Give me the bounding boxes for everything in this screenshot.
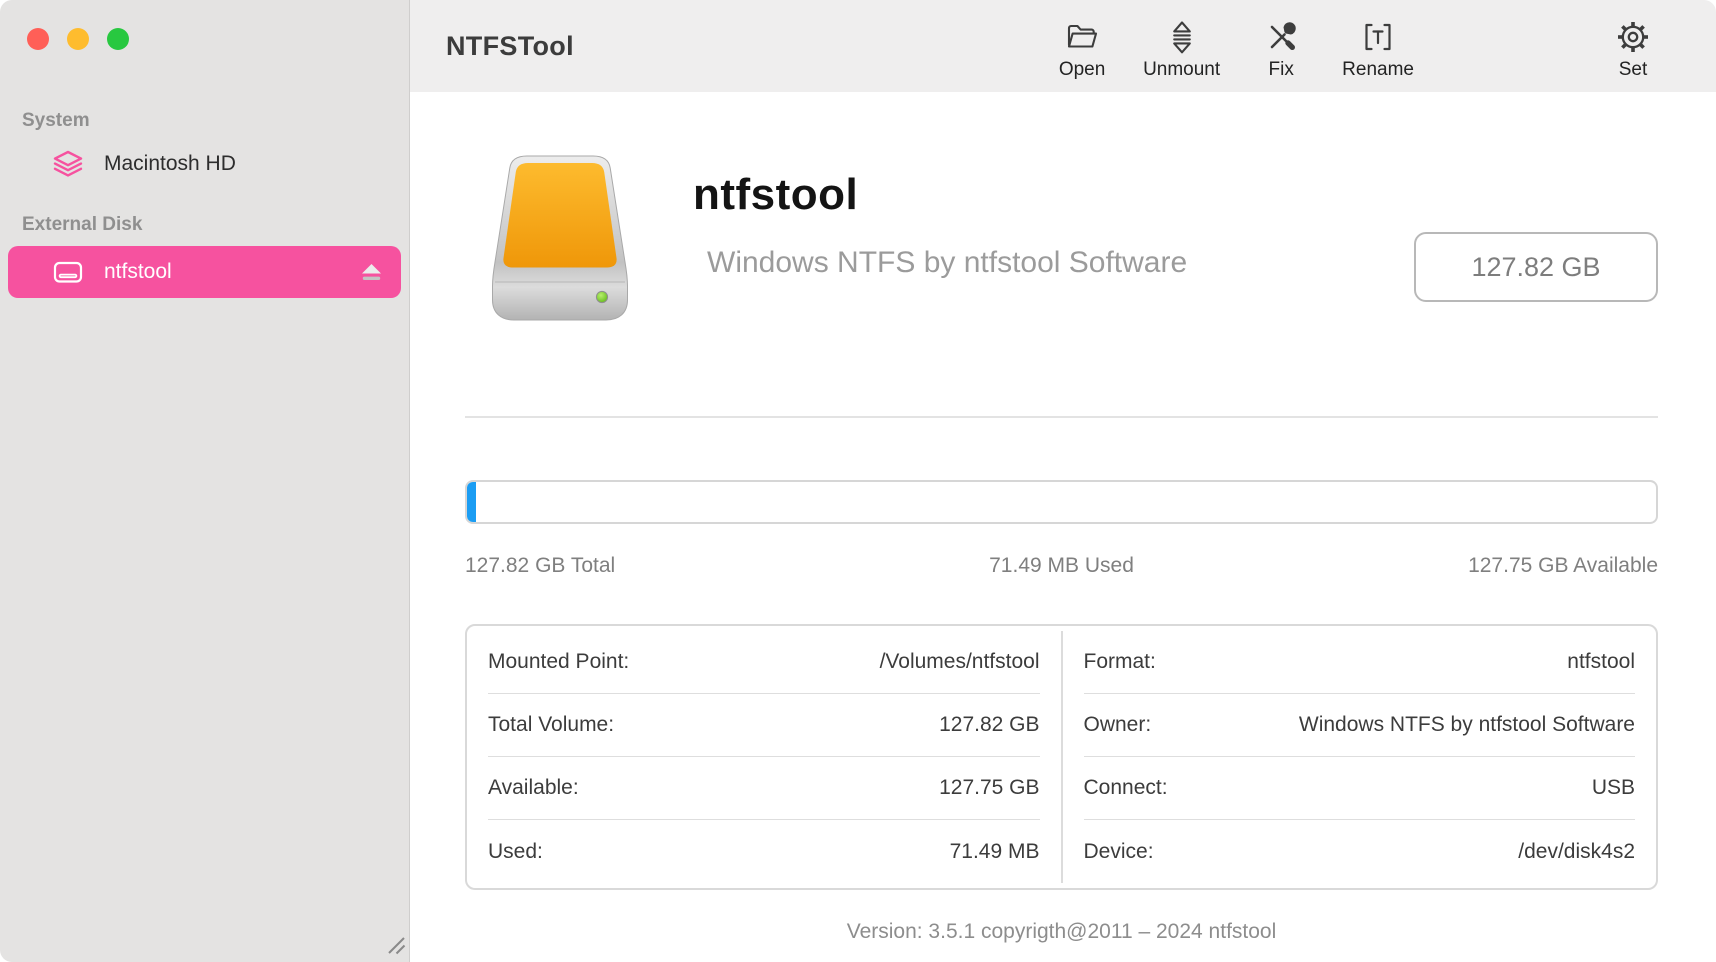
detail-row-mounted-point: Mounted Point: /Volumes/ntfstool (488, 631, 1040, 694)
toolbar-button-label: Unmount (1143, 59, 1220, 81)
unmount-icon (1164, 18, 1200, 56)
toolbar-button-label: Rename (1342, 59, 1414, 81)
detail-row-owner: Owner: Windows NTFS by ntfstool Software (1084, 694, 1636, 757)
tools-icon (1263, 18, 1299, 56)
eject-icon[interactable] (360, 263, 383, 282)
sidebar-item-macintosh-hd[interactable]: Macintosh HD (8, 138, 401, 190)
detail-row-format: Format: ntfstool (1084, 631, 1636, 694)
open-button[interactable]: Open (1051, 12, 1113, 81)
stat-total: 127.82 GB Total (465, 554, 863, 578)
close-window-button[interactable] (27, 28, 49, 50)
details-column-right: Format: ntfstool Owner: Windows NTFS by … (1061, 631, 1657, 883)
capacity-badge: 127.82 GB (1414, 232, 1658, 302)
sidebar: System Macintosh HD External Disk ntfsto… (0, 0, 410, 962)
resize-grip[interactable] (387, 936, 406, 960)
sidebar-section-external-disk: External Disk (22, 214, 409, 236)
volume-name: ntfstool (693, 170, 1187, 220)
zoom-window-button[interactable] (107, 28, 129, 50)
usage-bar (465, 480, 1658, 524)
rename-button[interactable]: Rename (1342, 12, 1414, 81)
volume-details-table: Mounted Point: /Volumes/ntfstool Total V… (465, 624, 1658, 890)
volume-hero: ntfstool Windows NTFS by ntfstool Softwa… (465, 154, 1658, 336)
detail-row-used: Used: 71.49 MB (488, 820, 1040, 883)
section-divider (465, 416, 1658, 418)
drive-icon (52, 260, 84, 285)
detail-row-available: Available: 127.75 GB (488, 757, 1040, 820)
sidebar-section-system: System (22, 0, 409, 132)
fix-button[interactable]: Fix (1250, 12, 1312, 81)
rename-text-icon (1360, 18, 1396, 56)
toolbar-button-label: Set (1619, 59, 1648, 81)
ntfstool-window: System Macintosh HD External Disk ntfsto… (0, 0, 1716, 962)
sidebar-item-ntfstool[interactable]: ntfstool (8, 246, 401, 298)
sidebar-item-label: ntfstool (104, 260, 172, 284)
gear-icon (1615, 18, 1651, 56)
toolbar-button-label: Fix (1269, 59, 1294, 81)
usage-bar-fill (467, 482, 476, 522)
layers-icon (52, 150, 84, 178)
toolbar: NTFSTool Open (410, 0, 1716, 92)
volume-subtitle: Windows NTFS by ntfstool Software (707, 246, 1187, 280)
minimize-window-button[interactable] (67, 28, 89, 50)
main-area: NTFSTool Open (410, 0, 1716, 962)
external-drive-icon (465, 150, 655, 330)
detail-row-total-volume: Total Volume: 127.82 GB (488, 694, 1040, 757)
folder-open-icon (1063, 18, 1101, 56)
sidebar-item-label: Macintosh HD (104, 152, 236, 176)
version-text: Version: 3.5.1 copyrigth@2011 – 2024 ntf… (465, 920, 1658, 944)
traffic-lights (27, 28, 129, 50)
app-title: NTFSTool (446, 31, 574, 62)
details-column-left: Mounted Point: /Volumes/ntfstool Total V… (467, 631, 1061, 883)
stat-used: 71.49 MB Used (863, 554, 1261, 578)
settings-button[interactable]: Set (1602, 12, 1664, 81)
toolbar-button-label: Open (1059, 59, 1105, 81)
usage-stats: 127.82 GB Total 71.49 MB Used 127.75 GB … (465, 554, 1658, 578)
detail-row-device: Device: /dev/disk4s2 (1084, 820, 1636, 883)
detail-row-connect: Connect: USB (1084, 757, 1636, 820)
unmount-button[interactable]: Unmount (1143, 12, 1220, 81)
toolbar-button-group: Open Unmount (1051, 12, 1664, 81)
volume-detail-panel: ntfstool Windows NTFS by ntfstool Softwa… (410, 92, 1716, 962)
stat-available: 127.75 GB Available (1260, 554, 1658, 578)
